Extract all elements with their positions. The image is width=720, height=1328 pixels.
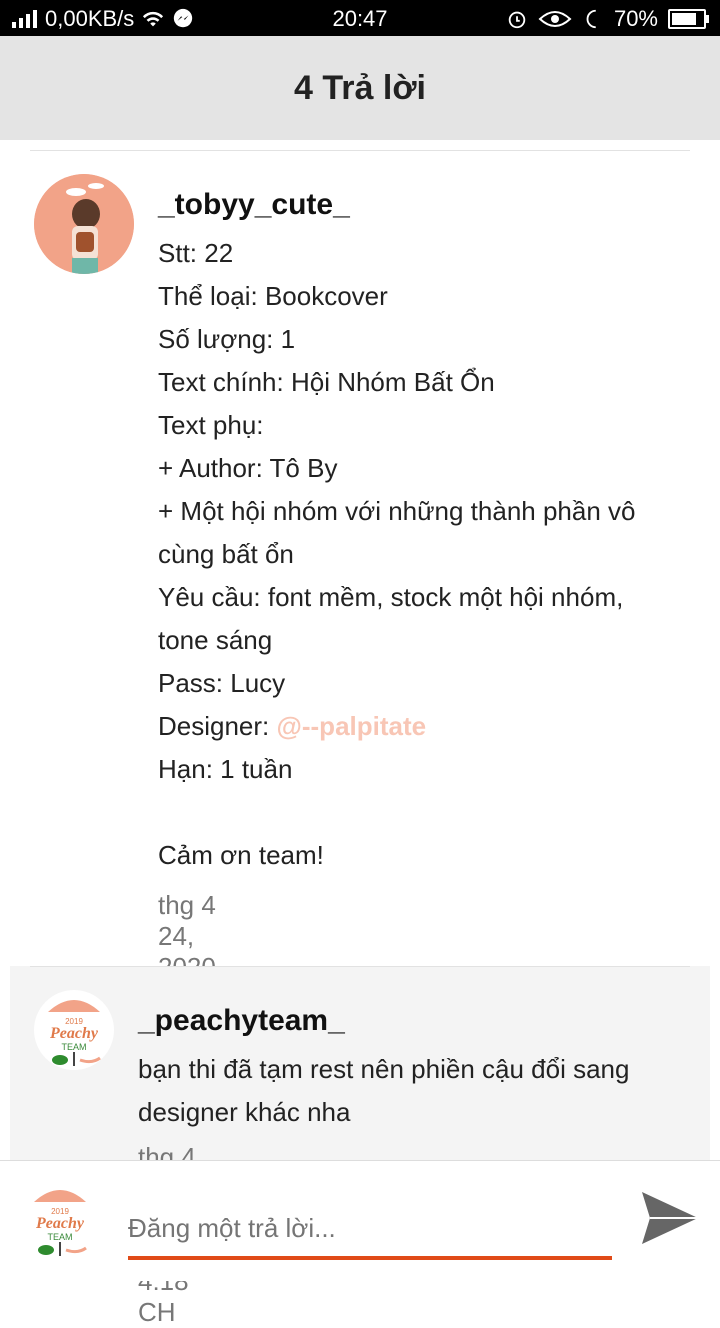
body-line: bạn thi đã tạm rest nên phiền cậu đổi sa… [138,1054,630,1084]
designer-label: Designer: [158,711,270,741]
body-line: cùng bất ổn [158,539,294,569]
reply-username[interactable]: _peachyteam_ [138,1004,345,1038]
divider [30,966,690,967]
alarm-icon [508,11,526,29]
moon-icon [586,9,596,29]
body-line: + Một hội nhóm với những thành phần vô [158,496,636,526]
designer-mention-link[interactable]: @--palpitate [277,711,427,741]
reply-body: Stt: 22 Thể loại: Bookcover Số lượng: 1 … [158,232,635,877]
body-line: Pass: Lucy [158,668,286,698]
peach-logo-icon: 2019 Peachy TEAM [48,1000,101,1066]
peachy-team-logo-avatar[interactable]: 2019 Peachy TEAM [34,990,114,1070]
input-underline [128,1256,612,1260]
girl-avatar-icon [34,174,134,274]
reply-body: bạn thi đã tạm rest nên phiền cậu đổi sa… [138,1048,629,1134]
designer-line: Designer: @--palpitate [158,705,635,748]
body-line: Yêu cầu: font mềm, stock một hội nhóm, [158,582,624,612]
body-line: Số lượng: 1 [158,324,296,354]
user-avatar[interactable]: 2019 Peachy TEAM [20,1180,100,1260]
svg-text:TEAM: TEAM [47,1232,72,1242]
thanks-line: Cảm ơn team! [158,840,324,870]
battery-percent: 70% [613,6,658,31]
divider [30,150,690,151]
body-line: Text chính: Hội Nhóm Bất Ổn [158,367,495,397]
body-line: tone sáng [158,625,273,655]
body-line: + Author: Tô By [158,453,338,483]
deadline-line: Hạn: 1 tuần [158,754,293,784]
svg-text:Peachy: Peachy [35,1215,85,1232]
body-line: Text phụ: [158,410,264,440]
eye-icon [538,11,572,27]
reply-username[interactable]: _tobyy_cute_ [158,188,350,222]
battery-icon [668,9,709,29]
svg-text:TEAM: TEAM [61,1042,86,1052]
page-header: 4 Trả lời [0,36,720,140]
reply-input[interactable] [128,1198,612,1258]
page-title: 4 Trả lời [294,68,426,107]
body-line: Thể loại: Bookcover [158,281,388,311]
avatar[interactable] [34,174,134,274]
status-bar: 0,00KB/s 20:47 70% [0,0,720,36]
svg-text:Peachy: Peachy [49,1025,99,1042]
send-icon[interactable] [640,1190,700,1246]
peach-logo-icon: 2019 Peachy TEAM [34,1190,87,1256]
body-line: designer khác nha [138,1097,351,1127]
body-line: Stt: 22 [158,238,234,268]
